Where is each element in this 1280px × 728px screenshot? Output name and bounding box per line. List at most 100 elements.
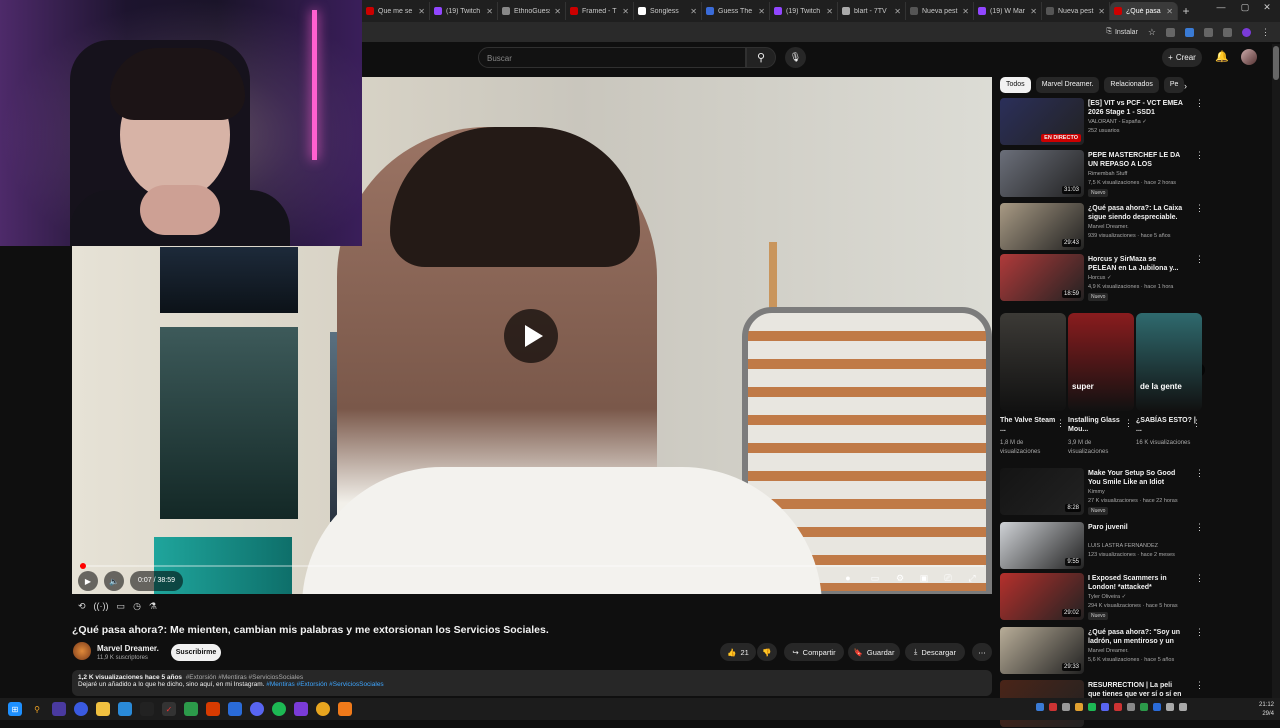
download-button[interactable]: ⤓ Descargar — [905, 643, 965, 661]
short-title[interactable]: ¿SABÍAS ESTO? | ... — [1136, 416, 1196, 434]
tab-close-icon[interactable]: ✕ — [826, 7, 833, 16]
short-title[interactable]: The Valve Steam ... — [1000, 416, 1060, 434]
tray-icon[interactable] — [1153, 703, 1161, 711]
miniplayer-icon[interactable]: ▣ — [916, 573, 932, 589]
app-icon[interactable]: ✓ — [162, 702, 176, 716]
recommended-video[interactable]: 8:28 Make Your Setup So Good You Smile Li… — [1000, 468, 1205, 516]
rec-channel[interactable]: Horcus ✓ — [1088, 275, 1112, 281]
flask-icon[interactable]: ⚗ — [149, 601, 157, 612]
browser-tab[interactable]: ¿Qué pasa ✕ — [1110, 2, 1178, 20]
settings-gear-icon[interactable]: ⚙ — [892, 573, 908, 589]
more-options-icon[interactable]: ⋮ — [1195, 150, 1204, 161]
filter-chip[interactable]: Pe — [1163, 77, 1185, 93]
rec-channel[interactable]: Marvel Dreamer. — [1088, 648, 1129, 654]
notifications-bell-icon[interactable]: 🔔 — [1215, 50, 1229, 63]
clock[interactable]: 21:12 29/4 — [1259, 701, 1274, 719]
close-window-button[interactable]: ✕ — [1256, 2, 1278, 13]
search-input[interactable]: Buscar — [478, 47, 746, 68]
browser-tab[interactable]: Que me se ✕ — [362, 2, 430, 20]
tab-close-icon[interactable]: ✕ — [962, 7, 969, 16]
file-explorer-icon[interactable] — [96, 702, 110, 716]
short-thumbnail[interactable]: super — [1068, 313, 1134, 411]
volume-icon[interactable] — [1179, 703, 1187, 711]
profile-icon[interactable] — [1242, 27, 1251, 37]
timer-icon[interactable]: ◷ — [133, 601, 141, 612]
recommended-video[interactable]: 29:43 ¿Qué pasa ahora?: La Caixa sigue si… — [1000, 203, 1205, 251]
subtitles-icon[interactable]: ▭ — [867, 573, 883, 589]
video-thumbnail[interactable]: 9:55 — [1000, 522, 1084, 569]
page-scrollbar[interactable] — [1272, 44, 1280, 698]
video-thumbnail[interactable]: 18:59 — [1000, 254, 1084, 301]
tray-icon[interactable] — [1049, 703, 1057, 711]
voice-search-button[interactable]: 🎙 — [785, 47, 806, 68]
autoplay-toggle-icon[interactable]: ● — [840, 573, 856, 589]
tab-close-icon[interactable]: ✕ — [486, 7, 493, 16]
tab-close-icon[interactable]: ✕ — [690, 7, 697, 16]
more-options-icon[interactable]: ⋮ — [1124, 418, 1133, 429]
app-icon[interactable] — [52, 702, 66, 716]
more-options-icon[interactable]: ⋮ — [1195, 98, 1204, 109]
video-thumbnail[interactable]: 31:03 — [1000, 150, 1084, 197]
rec-channel[interactable]: VALORANT - España ✓ — [1088, 119, 1147, 125]
tray-icon[interactable] — [1127, 703, 1135, 711]
video-thumbnail[interactable]: EN DIRECTO — [1000, 98, 1084, 145]
menu-kebab-icon[interactable]: ⋮ — [1261, 27, 1270, 38]
account-avatar[interactable] — [1241, 49, 1257, 65]
video-thumbnail[interactable]: 29:33 — [1000, 627, 1084, 674]
save-button[interactable]: 🔖 Guardar — [848, 643, 900, 661]
chevron-right-icon[interactable]: › — [1184, 81, 1187, 91]
extensions-puzzle-icon[interactable] — [1204, 27, 1213, 37]
rec-channel[interactable]: Kimmy — [1088, 489, 1105, 495]
tray-icon[interactable] — [1075, 703, 1083, 711]
rec-title[interactable]: Horcus y SirMaza se PELEAN en La Jubilon… — [1088, 255, 1184, 273]
spotify-icon[interactable] — [272, 702, 286, 716]
vlc-icon[interactable] — [338, 702, 352, 716]
tab-close-icon[interactable]: ✕ — [894, 7, 901, 16]
rec-title[interactable]: Make Your Setup So Good You Smile Like a… — [1088, 469, 1184, 487]
description-hashtags[interactable]: #Mentiras #Extorsión #ServiciosSociales — [266, 681, 383, 688]
dislike-button[interactable]: 👎 — [757, 643, 777, 661]
tray-icon[interactable] — [1140, 703, 1148, 711]
recommended-video[interactable]: 31:03 PEPE MASTERCHEF LE DA UN REPASO A L… — [1000, 150, 1205, 198]
rec-channel[interactable]: LUIS LASTRA FERNANDEZ — [1088, 543, 1158, 549]
discord-icon[interactable] — [250, 702, 264, 716]
tray-icon[interactable] — [1088, 703, 1096, 711]
tray-icon[interactable] — [1062, 703, 1070, 711]
fullscreen-icon[interactable]: ⤢ — [964, 573, 980, 589]
more-options-icon[interactable]: ⋮ — [1195, 254, 1204, 265]
progress-scrubber[interactable] — [79, 563, 86, 569]
video-thumbnail[interactable]: 29:02 — [1000, 573, 1084, 620]
extension-icon[interactable] — [1166, 27, 1175, 37]
cast-icon[interactable]: ⎚ — [940, 573, 956, 589]
filter-chip[interactable]: Relacionados — [1104, 77, 1159, 93]
more-options-icon[interactable]: ⋮ — [1056, 418, 1065, 429]
tab-close-icon[interactable]: ✕ — [1030, 7, 1037, 16]
app-icon[interactable] — [206, 702, 220, 716]
more-options-icon[interactable]: ⋮ — [1195, 468, 1204, 479]
browser-tab[interactable]: Songless ✕ — [634, 2, 702, 20]
recommended-video[interactable]: 9:55 Paro juvenil LUIS LASTRA FERNANDEZ 123… — [1000, 522, 1205, 570]
steam-icon[interactable] — [140, 702, 154, 716]
tab-close-icon[interactable]: ✕ — [1166, 7, 1173, 16]
filter-chip[interactable]: Marvel Dreamer. — [1035, 77, 1100, 93]
progress-bar[interactable] — [79, 563, 984, 569]
search-icon[interactable]: ⚲ — [30, 702, 44, 716]
recommended-video[interactable]: 29:33 ¿Qué pasa ahora?: "Soy un ladrón, u… — [1000, 627, 1205, 675]
browser-tab[interactable]: (19) Twitch ✕ — [770, 2, 838, 20]
subscribe-button[interactable]: Suscribirme — [171, 644, 221, 661]
channel-avatar[interactable] — [73, 642, 91, 660]
minimize-button[interactable]: — — [1210, 2, 1232, 12]
extension-icon[interactable] — [1185, 27, 1194, 37]
rec-channel[interactable]: Marvel Dreamer. — [1088, 224, 1129, 230]
rec-title[interactable]: [ES] VIT vs PCF - VCT EMEA 2026 Stage 1 … — [1088, 99, 1184, 117]
app-icon[interactable] — [74, 702, 88, 716]
new-tab-button[interactable]: + — [1178, 4, 1194, 18]
short-thumbnail[interactable] — [1000, 313, 1066, 411]
like-button[interactable]: 👍 21 — [720, 643, 756, 661]
tab-close-icon[interactable]: ✕ — [758, 7, 765, 16]
description-box[interactable]: 1,2 K visualizaciones hace 5 años #Extor… — [72, 670, 992, 696]
more-actions-button[interactable]: ⋯ — [972, 643, 992, 661]
tab-close-icon[interactable]: ✕ — [418, 7, 425, 16]
more-options-icon[interactable]: ⋮ — [1195, 627, 1204, 638]
browser-tab[interactable]: (19) W Mar ✕ — [974, 2, 1042, 20]
